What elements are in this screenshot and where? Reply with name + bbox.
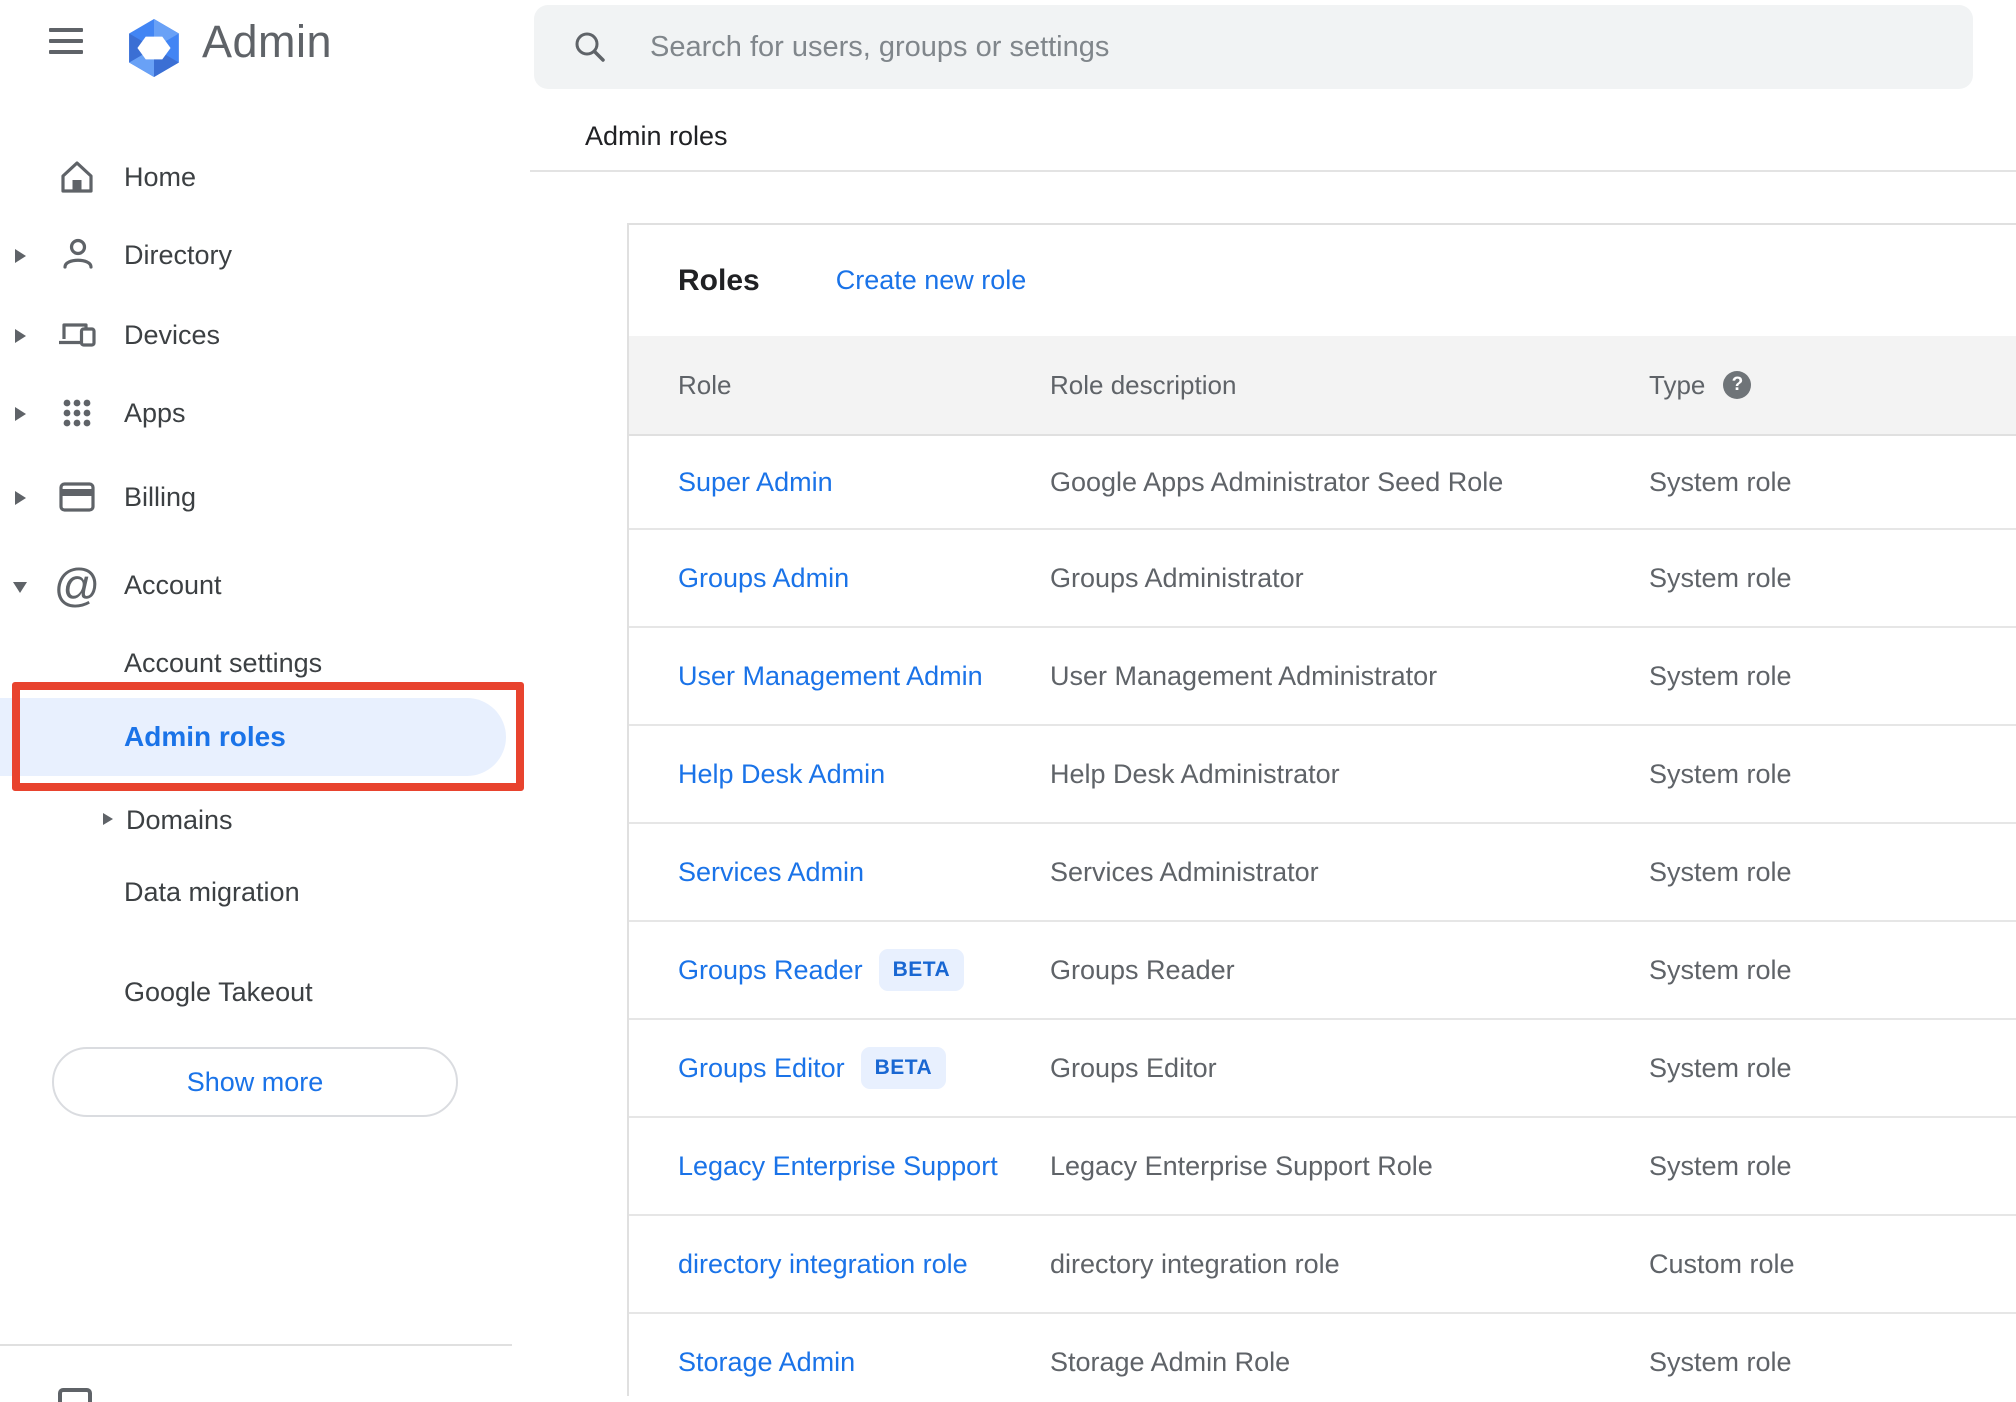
role-link[interactable]: Legacy Enterprise Support [678,1151,998,1182]
role-description: Groups Reader [1050,954,1235,985]
person-icon [55,233,99,277]
sidebar-item-label: Admin roles [124,721,286,752]
role-link[interactable]: Help Desk Admin [678,759,885,790]
sidebar-item-label: Data migration [124,876,300,907]
table-row: Services Admin Services Administrator Sy… [629,824,2016,922]
role-description: Help Desk Administrator [1050,758,1340,789]
sidebar-item-label: Directory [124,239,233,270]
expand-arrow-icon[interactable] [15,249,26,263]
table-row: directory integration role directory int… [629,1216,2016,1314]
roles-table-body: Super Admin Google Apps Administrator Se… [629,436,2016,1396]
role-link[interactable]: Storage Admin [678,1347,855,1378]
role-type: System role [1649,562,1792,593]
show-more-button[interactable]: Show more [52,1047,458,1117]
table-row: Groups Reader BETA Groups Reader System … [629,922,2016,1020]
help-icon[interactable]: ? [1723,371,1752,399]
role-description: Services Administrator [1050,856,1319,887]
search-input[interactable] [648,29,1852,65]
sidebar-item-google-takeout[interactable]: Google Takeout [0,962,530,1022]
role-type: System role [1649,466,1792,497]
role-type: System role [1649,954,1792,985]
menu-icon[interactable] [49,28,83,54]
role-type: System role [1649,856,1792,887]
role-type: System role [1649,1052,1792,1083]
google-admin-logo-icon [129,19,179,82]
expand-arrow-icon[interactable] [15,407,26,421]
role-link[interactable]: Super Admin [678,467,833,498]
collapse-arrow-icon[interactable] [13,582,27,593]
credit-card-icon [55,475,99,519]
sidebar-item-label: Devices [124,319,221,350]
column-header-role-description: Role description [1050,369,1237,400]
role-link[interactable]: User Management Admin [678,661,983,692]
table-row: User Management Admin User Management Ad… [629,628,2016,726]
search-bar[interactable] [534,5,1973,89]
role-description: Groups Editor [1050,1052,1217,1083]
role-description: User Management Administrator [1050,660,1438,691]
search-icon [575,32,605,62]
sidebar-item-home[interactable]: Home [0,147,530,207]
expand-arrow-icon[interactable] [15,329,26,343]
sidebar-item-account[interactable]: @ Account [0,555,530,615]
sidebar-item-directory[interactable]: Directory [0,225,530,285]
home-icon [55,155,99,199]
create-new-role-link[interactable]: Create new role [836,265,1027,296]
role-link[interactable]: Groups Reader [678,955,863,986]
table-row: Storage Admin Storage Admin Role System … [629,1314,2016,1396]
table-header-row: Role Role description Type ? [629,336,2016,436]
role-description: Storage Admin Role [1050,1346,1291,1377]
breadcrumb: Admin roles [585,121,728,151]
sidebar-item-label: Account settings [124,647,323,678]
sidebar-item-apps[interactable]: Apps [0,383,530,443]
role-type: System role [1649,758,1792,789]
sidebar-item-label: Home [124,161,197,192]
expand-arrow-icon[interactable] [15,491,26,505]
sidebar-item-data-migration[interactable]: Data migration [0,862,530,922]
role-link[interactable]: Groups Admin [678,563,849,594]
roles-card: Roles Create new role Role Role descript… [627,223,2016,1396]
role-link[interactable]: Services Admin [678,857,864,888]
sidebar-item-label: Apps [124,397,186,428]
beta-badge: BETA [860,1047,947,1089]
clipped-sidebar-icon [58,1388,92,1402]
role-link[interactable]: Groups Editor [678,1053,845,1084]
logo-wordmark: Admin [202,16,333,67]
role-type: System role [1649,660,1792,691]
role-link[interactable]: directory integration role [678,1249,968,1280]
sidebar-item-account-settings[interactable]: Account settings [0,633,530,693]
table-row: Help Desk Admin Help Desk Administrator … [629,726,2016,824]
page-title: Roles [678,263,760,297]
sidebar-item-label: Google Takeout [124,976,313,1007]
role-type: System role [1649,1150,1792,1181]
expand-arrow-icon[interactable] [103,813,113,825]
table-row: Groups Admin Groups Administrator System… [629,530,2016,628]
role-description: directory integration role [1050,1248,1340,1279]
sidebar-item-admin-roles-active[interactable]: Admin roles [0,698,506,776]
table-row: Super Admin Google Apps Administrator Se… [629,436,2016,530]
role-type: Custom role [1649,1248,1795,1279]
column-header-role: Role [678,369,732,400]
sidebar-item-billing[interactable]: Billing [0,467,530,527]
card-header: Roles Create new role [629,225,2016,336]
show-more-label: Show more [186,1066,324,1097]
at-sign-icon: @ [53,559,101,611]
role-description: Groups Administrator [1050,562,1304,593]
sidebar-item-label: Domains [126,804,233,835]
sidebar-divider [0,1344,512,1346]
sidebar-item-label: Account [124,569,222,600]
sidebar-item-devices[interactable]: Devices [0,305,530,365]
sidebar-item-domains[interactable]: Domains [0,790,530,850]
devices-icon [55,313,99,357]
role-type: System role [1649,1346,1792,1377]
sidebar-item-label: Billing [124,481,197,512]
beta-badge: BETA [878,949,965,991]
header-divider [530,170,2016,172]
table-row: Legacy Enterprise Support Legacy Enterpr… [629,1118,2016,1216]
column-header-type: Type [1649,369,1706,400]
table-row: Groups Editor BETA Groups Editor System … [629,1020,2016,1118]
apps-grid-icon [55,391,99,435]
role-description: Google Apps Administrator Seed Role [1050,466,1504,497]
role-description: Legacy Enterprise Support Role [1050,1150,1433,1181]
